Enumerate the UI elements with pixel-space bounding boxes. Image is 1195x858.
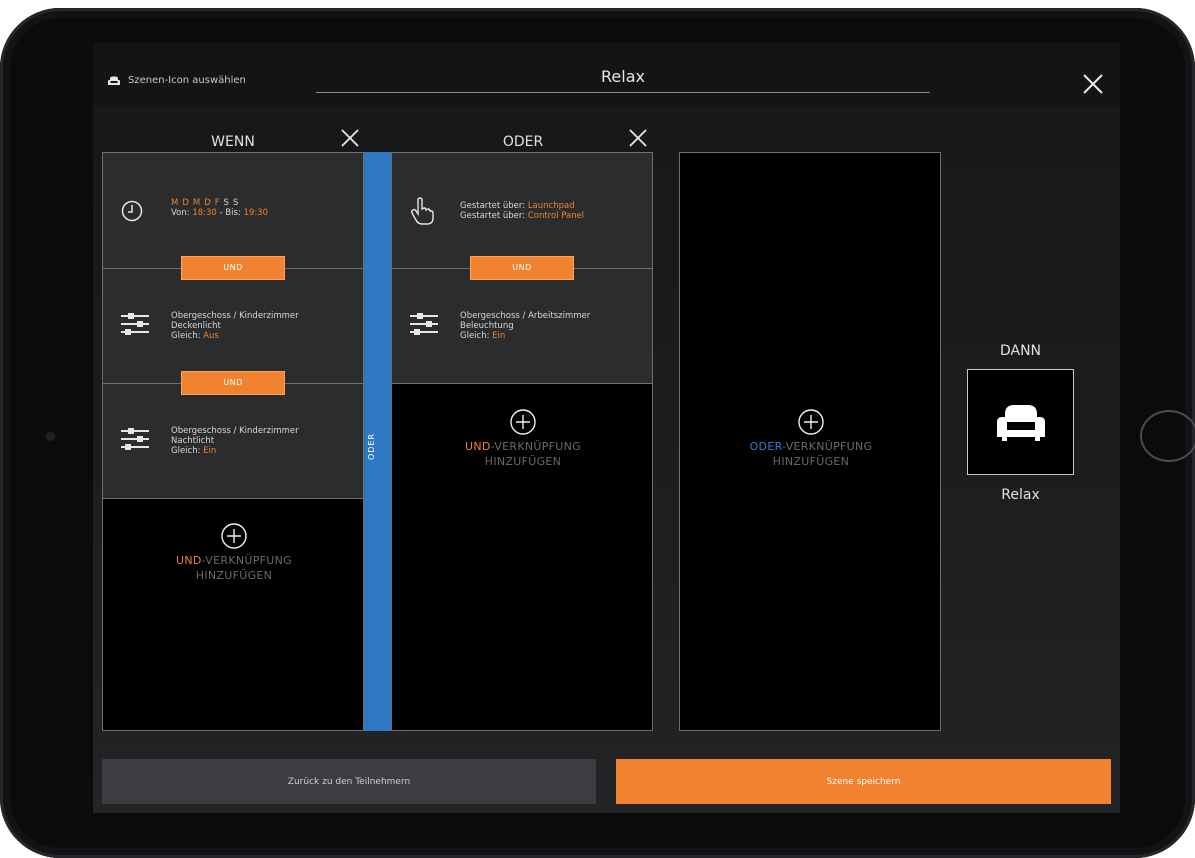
- time-text: MDMDFSS Von: 18:30 - Bis: 19:30: [171, 198, 268, 218]
- back-to-participants-button[interactable]: Zurück zu den Teilnehmern: [102, 759, 596, 804]
- screen: Szenen-Icon auswählen Relax WENN MDMDFSS…: [93, 43, 1120, 813]
- add-oder-link-button[interactable]: ODER-VERKNÜPFUNG HINZUFÜGEN: [680, 409, 942, 469]
- device-condition-3-text: Obergeschoss / Arbeitszimmer Beleuchtung…: [460, 311, 591, 341]
- remove-oder-close-icon[interactable]: [629, 129, 647, 147]
- scene-title-field[interactable]: Relax: [316, 67, 930, 93]
- und-connector-2: UND: [181, 371, 285, 395]
- plus-circle-icon: [221, 523, 247, 549]
- und-connector-1: UND: [181, 256, 285, 280]
- scene-tile[interactable]: [967, 369, 1074, 475]
- add-und-link-button[interactable]: UND-VERKNÜPFUNG HINZUFÜGEN: [103, 523, 365, 583]
- trigger-text: Gestartet über: Launchpad Gestartet über…: [460, 201, 585, 221]
- device-condition-2[interactable]: Obergeschoss / Kinderzimmer Nachtlicht G…: [103, 384, 363, 499]
- plus-circle-icon: [510, 409, 536, 435]
- front-camera: [46, 432, 55, 441]
- home-button: [1140, 410, 1195, 462]
- device-condition-1[interactable]: Obergeschoss / Kinderzimmer Deckenlicht …: [103, 269, 363, 384]
- new-oder-column: ODER-VERKNÜPFUNG HINZUFÜGEN: [679, 152, 941, 731]
- time-condition[interactable]: MDMDFSS Von: 18:30 - Bis: 19:30: [103, 153, 363, 269]
- oder-heading: ODER: [502, 134, 544, 150]
- armchair-icon: [996, 405, 1045, 441]
- weekday-list: MDMDFSS: [171, 198, 243, 208]
- wenn-heading: WENN: [211, 134, 255, 150]
- sliders-icon: [121, 313, 149, 335]
- plus-circle-icon: [798, 409, 824, 435]
- choose-scene-icon-button[interactable]: Szenen-Icon auswählen: [108, 75, 246, 86]
- sliders-icon: [121, 428, 149, 450]
- device-condition-1-text: Obergeschoss / Kinderzimmer Deckenlicht …: [171, 311, 299, 341]
- close-icon[interactable]: [1082, 73, 1104, 95]
- wenn-column: MDMDFSS Von: 18:30 - Bis: 19:30 Obergesc…: [102, 152, 364, 731]
- und-connector-3: UND: [470, 256, 574, 280]
- device-condition-2-text: Obergeschoss / Kinderzimmer Nachtlicht G…: [171, 426, 299, 456]
- trigger-condition[interactable]: Gestartet über: Launchpad Gestartet über…: [392, 153, 652, 269]
- sliders-icon: [410, 313, 438, 335]
- save-scene-button[interactable]: Szene speichern: [616, 759, 1111, 804]
- choose-scene-icon-label: Szenen-Icon auswählen: [128, 75, 246, 86]
- dann-heading: DANN: [999, 343, 1042, 359]
- header-bar: Szenen-Icon auswählen Relax: [93, 43, 1120, 106]
- clock-icon: [121, 200, 143, 222]
- hand-pointer-icon: [410, 197, 434, 225]
- time-range: Von: 18:30 - Bis: 19:30: [171, 208, 268, 218]
- oder-column: Gestartet über: Launchpad Gestartet über…: [391, 152, 653, 731]
- scene-label: Relax: [1001, 487, 1040, 503]
- armchair-icon: [108, 76, 120, 85]
- add-und-link-button-2[interactable]: UND-VERKNÜPFUNG HINZUFÜGEN: [392, 409, 654, 469]
- remove-wenn-close-icon[interactable]: [341, 129, 359, 147]
- device-condition-3[interactable]: Obergeschoss / Arbeitszimmer Beleuchtung…: [392, 269, 652, 384]
- oder-divider: ODER: [364, 152, 391, 731]
